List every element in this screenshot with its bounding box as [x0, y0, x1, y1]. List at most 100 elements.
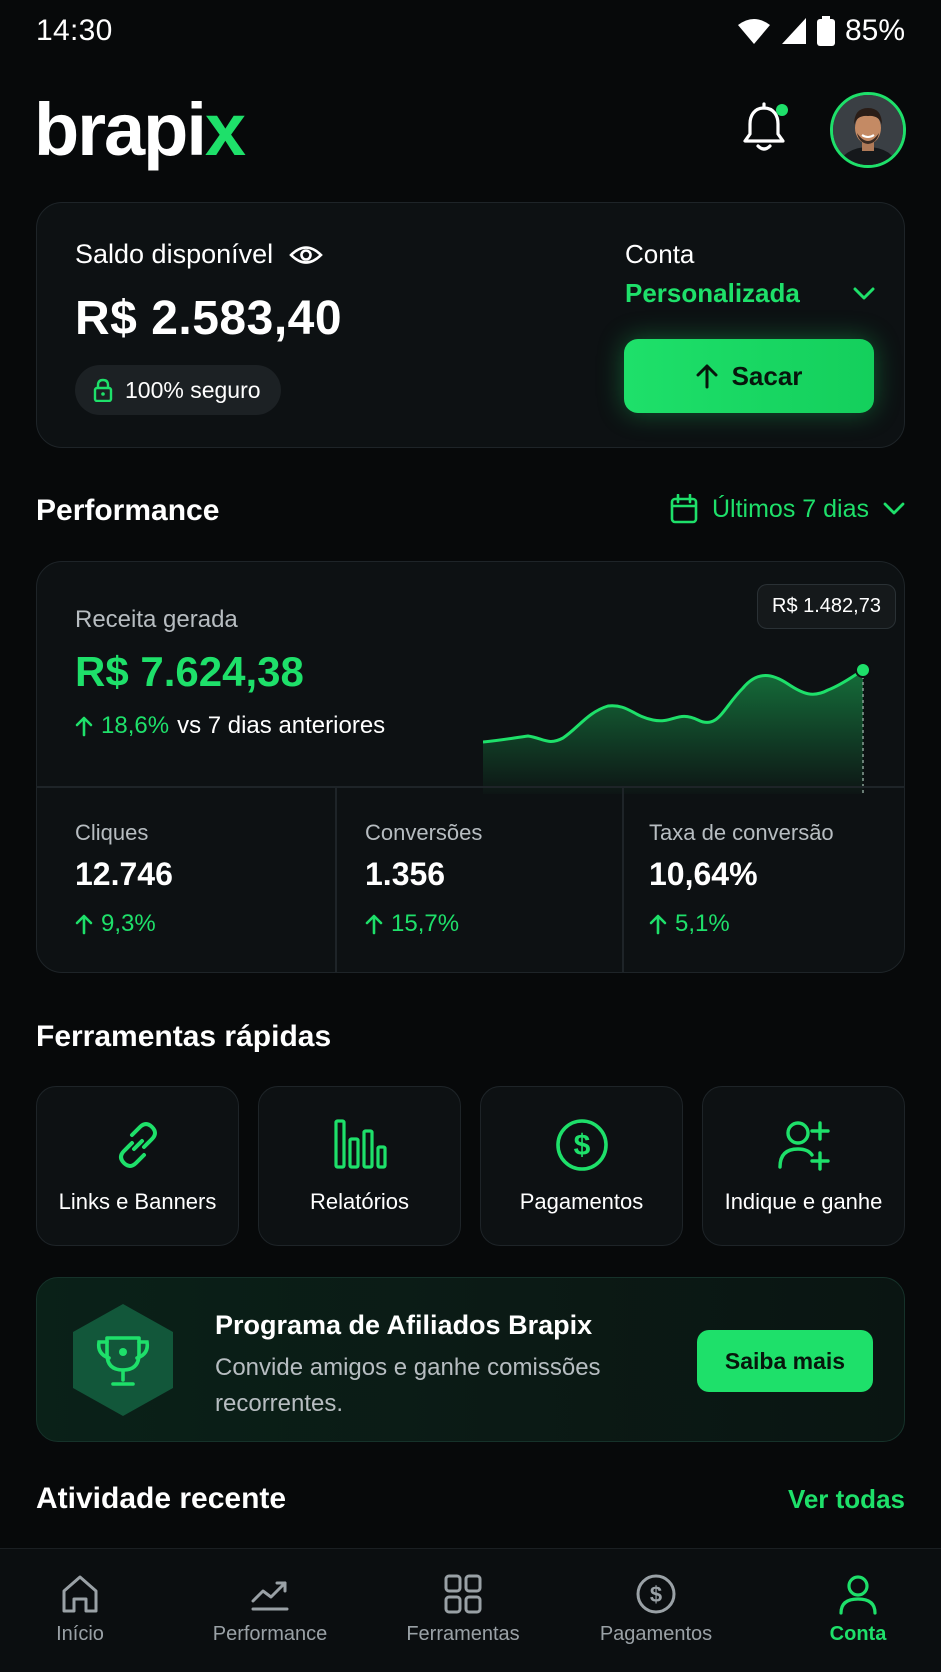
- revenue-delta-value: 18,6%: [101, 712, 170, 739]
- arrow-up-icon: [75, 716, 93, 737]
- user-icon: [839, 1575, 877, 1615]
- tool-refer-earn[interactable]: Indique e ganhe: [702, 1086, 905, 1246]
- divider: [335, 786, 337, 972]
- tool-reports[interactable]: Relatórios: [258, 1086, 461, 1246]
- tool-label: Pagamentos: [519, 1189, 644, 1214]
- trophy-icon: [73, 1304, 173, 1416]
- performance-title: Performance: [36, 494, 220, 527]
- account-type-select[interactable]: Personalizada: [625, 278, 875, 309]
- arrow-up-icon: [696, 364, 718, 389]
- arrow-up-icon: [649, 914, 667, 935]
- affiliate-title: Programa de Afiliados Brapix: [215, 1310, 593, 1340]
- quick-tools-title: Ferramentas rápidas: [36, 1020, 332, 1053]
- stat-conversion-rate: Taxa de conversão 10,64% 5,1%: [649, 786, 899, 972]
- home-icon: [62, 1575, 98, 1613]
- withdraw-button[interactable]: Sacar: [624, 339, 874, 413]
- nav-item-home[interactable]: Início: [0, 1573, 160, 1646]
- withdraw-label: Sacar: [731, 360, 803, 391]
- stat-label: Conversões: [365, 820, 483, 845]
- nav-label: Ferramentas: [406, 1623, 520, 1645]
- wifi-icon: [737, 19, 770, 44]
- performance-card: Receita gerada R$ 7.624,38 18,6% vs 7 di…: [36, 561, 905, 973]
- nav-label: Pagamentos: [599, 1623, 713, 1645]
- revenue-delta: 18,6% vs 7 dias anteriores: [75, 712, 385, 740]
- grid-icon: [444, 1574, 482, 1614]
- learn-more-button[interactable]: Saiba mais: [697, 1330, 873, 1392]
- period-value: Últimos 7 dias: [712, 494, 869, 523]
- balance-card: Saldo disponível R$ 2.583,40 100% seguro…: [36, 202, 905, 448]
- eye-icon[interactable]: [289, 244, 323, 266]
- chart-tooltip: R$ 1.482,73: [757, 584, 896, 629]
- stat-delta-value: 5,1%: [675, 910, 730, 937]
- calendar-icon: [670, 494, 698, 524]
- revenue-label: Receita gerada: [75, 606, 238, 633]
- nav-item-tools[interactable]: Ferramentas: [383, 1573, 543, 1646]
- account-label: Conta: [625, 239, 695, 269]
- avatar-image: [833, 95, 903, 165]
- secure-badge: 100% seguro: [75, 365, 281, 415]
- brapix-logo[interactable]: brapix: [34, 88, 246, 171]
- chevron-down-icon: [883, 502, 905, 515]
- stat-delta: 9,3%: [75, 910, 156, 938]
- user-plus-icon: [777, 1121, 830, 1171]
- status-time: 14:30: [36, 14, 113, 47]
- stat-value: 12.746: [75, 856, 173, 892]
- arrow-up-icon: [365, 914, 383, 935]
- nav-label: Conta: [829, 1623, 887, 1645]
- nav-item-performance[interactable]: Performance: [190, 1573, 350, 1646]
- tool-label: Indique e ganhe: [724, 1189, 883, 1214]
- arrow-up-icon: [75, 914, 93, 935]
- stat-delta-value: 15,7%: [391, 910, 460, 937]
- period-select[interactable]: Últimos 7 dias: [670, 494, 905, 524]
- balance-label: Saldo disponível: [75, 239, 274, 269]
- stat-delta: 15,7%: [365, 910, 459, 938]
- tool-payments[interactable]: $ Pagamentos: [480, 1086, 683, 1246]
- nav-item-account[interactable]: Conta: [778, 1573, 938, 1646]
- stat-value: 10,64%: [649, 856, 758, 892]
- app-header: brapix: [0, 88, 941, 178]
- account-type-value: Personalizada: [625, 278, 800, 308]
- stat-label: Taxa de conversão: [649, 820, 834, 845]
- stat-value: 1.356: [365, 856, 446, 892]
- tool-label: Links e Banners: [58, 1189, 217, 1214]
- chevron-down-icon: [853, 287, 875, 299]
- balance-label-row: Saldo disponível: [75, 239, 323, 270]
- dollar-circle-icon: $: [636, 1574, 676, 1614]
- logo-accent: x: [204, 88, 246, 171]
- balance-value: R$ 2.583,40: [75, 292, 343, 345]
- trend-icon: [251, 1581, 289, 1611]
- stat-label: Cliques: [75, 820, 149, 845]
- status-icons: 85%: [737, 14, 905, 48]
- divider: [622, 786, 624, 972]
- sparkline-area: [483, 670, 863, 794]
- nav-label: Início: [56, 1623, 104, 1645]
- avatar[interactable]: [830, 92, 906, 168]
- revenue-value: R$ 7.624,38: [75, 648, 304, 695]
- stat-delta-value: 9,3%: [101, 910, 156, 937]
- nav-label: Performance: [212, 1623, 328, 1645]
- stat-conversions: Conversões 1.356 15,7%: [365, 786, 605, 972]
- link-icon: [118, 1122, 157, 1168]
- svg-text:$: $: [573, 1129, 590, 1162]
- svg-text:$: $: [650, 1582, 662, 1607]
- sparkline-point[interactable]: [855, 662, 871, 678]
- affiliate-banner: Programa de Afiliados Brapix Convide ami…: [36, 1277, 905, 1442]
- stat-delta: 5,1%: [649, 910, 730, 938]
- battery-level: 85%: [844, 14, 905, 47]
- see-all-link[interactable]: Ver todas: [788, 1484, 905, 1515]
- secure-label: 100% seguro: [125, 376, 261, 403]
- revenue-delta-suffix: vs 7 dias anteriores: [177, 712, 386, 739]
- bar-chart-icon: [333, 1119, 387, 1169]
- logo-main: brapi: [34, 88, 207, 171]
- dollar-circle-icon: $: [555, 1119, 608, 1171]
- nav-item-payments[interactable]: $ Pagamentos: [576, 1573, 736, 1646]
- tool-links-banners[interactable]: Links e Banners: [36, 1086, 239, 1246]
- battery-icon: [816, 16, 835, 46]
- recent-activity-title: Atividade recente: [36, 1482, 287, 1515]
- signal-icon: [781, 18, 806, 44]
- notification-dot: [776, 104, 788, 116]
- lock-icon: [93, 378, 113, 402]
- bottom-nav: Início Performance Ferramentas $ Pagamen…: [0, 1548, 941, 1672]
- tool-label: Relatórios: [309, 1189, 410, 1214]
- stat-clicks: Cliques 12.746 9,3%: [75, 786, 315, 972]
